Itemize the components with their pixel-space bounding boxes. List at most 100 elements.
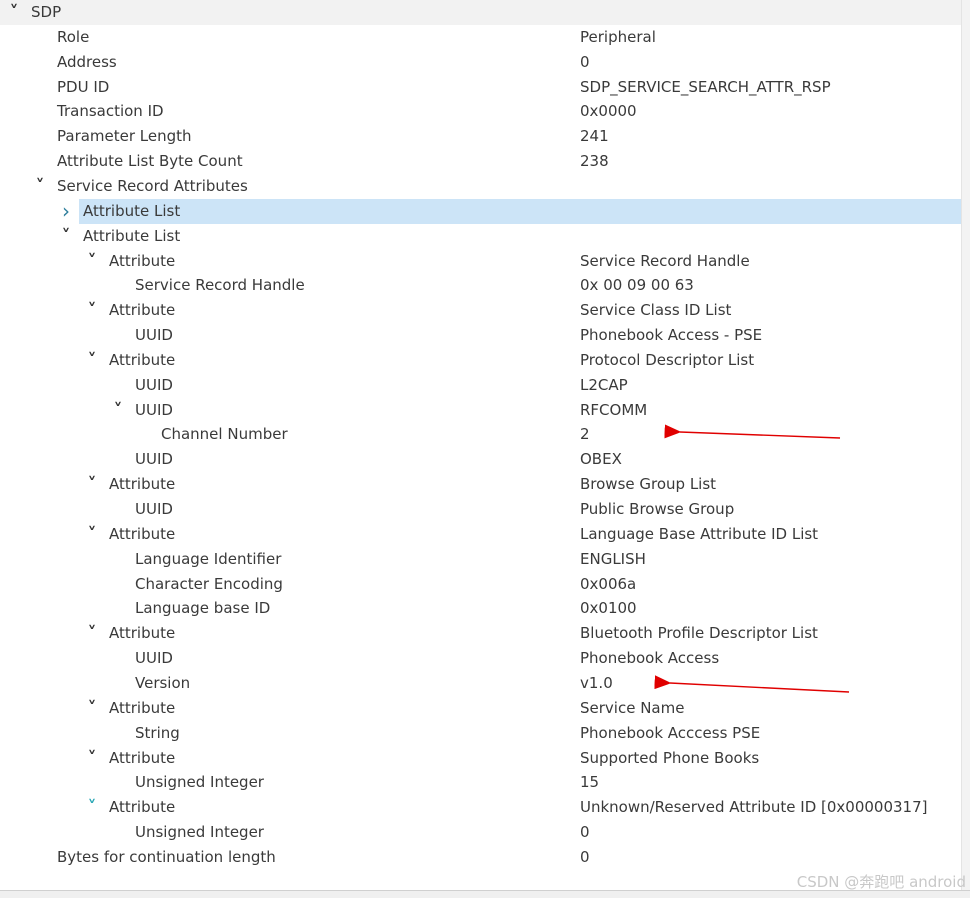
tree-row-attribute[interactable]: ˅ Attribute Bluetooth Profile Descriptor L… (0, 621, 962, 646)
tree-row-value: Peripheral (580, 27, 656, 46)
tree-row-attribute[interactable]: ˅ Attribute Service Class ID List (0, 298, 962, 323)
chevron-down-icon[interactable]: ˅ (85, 621, 99, 646)
tree-row-label: Channel Number (161, 425, 288, 444)
tree-row-value: Browse Group List (580, 475, 717, 494)
chevron-down-icon[interactable]: ˅ (85, 472, 99, 497)
tree-row-value: Phonebook Access (580, 649, 720, 668)
chevron-down-icon[interactable]: ˅ (85, 746, 99, 771)
tree-row-sdp[interactable]: ˅ SDP (0, 0, 962, 25)
chevron-down-icon[interactable]: ˅ (59, 224, 73, 249)
tree-row-value: Bluetooth Profile Descriptor List (580, 624, 818, 643)
tree-row-label: Version (135, 673, 191, 692)
tree-row-uuid[interactable]: UUID OBEX (0, 447, 962, 472)
tree-row-value: 238 (580, 152, 609, 171)
tree-row-label: Attribute List (83, 201, 181, 220)
tree-row-label: Language base ID (135, 599, 271, 618)
tree-row-label: Attribute (109, 524, 176, 543)
tree-row-attribute-list[interactable]: ˅ Attribute List (0, 224, 962, 249)
tree-row-value: OBEX (580, 450, 622, 469)
tree-row-label: Attribute (109, 350, 176, 369)
tree-row-value: 0x006a (580, 574, 637, 593)
tree-row-string[interactable]: String Phonebook Acccess PSE (0, 721, 962, 746)
tree-row-value: 0x0000 (580, 102, 637, 121)
tree-row-value: Language Base Attribute ID List (580, 524, 819, 543)
tree-row-label: Attribute (109, 251, 176, 270)
tree-row-value: ENGLISH (580, 549, 646, 568)
tree-row-label: UUID (135, 400, 173, 419)
tree-row-label: UUID (135, 375, 173, 394)
tree-row-value: L2CAP (580, 375, 628, 394)
tree-row-value: 2 (580, 425, 590, 444)
tree-row-transaction-id[interactable]: Transaction ID 0x0000 (0, 99, 962, 124)
tree-row-label: Service Record Attributes (57, 176, 248, 195)
tree-row-label: UUID (135, 500, 173, 518)
tree-row-value: Service Name (580, 698, 685, 717)
tree-row-attribute[interactable]: ˅ Attribute Supported Phone Books (0, 746, 962, 771)
tree-row-unsigned-integer[interactable]: Unsigned Integer 15 (0, 770, 962, 795)
chevron-down-icon[interactable]: ˅ (85, 249, 99, 274)
tree-row-service-record-handle[interactable]: Service Record Handle 0x 00 09 00 63 (0, 273, 962, 298)
tree-row-attribute[interactable]: ˅ Attribute Protocol Descriptor List (0, 348, 962, 373)
tree-row-value: RFCOMM (580, 400, 648, 419)
vertical-scrollbar[interactable] (961, 0, 970, 890)
tree-row-value: 241 (580, 127, 609, 146)
chevron-right-icon[interactable]: › (59, 199, 73, 224)
tree-row-label: Attribute (109, 798, 176, 817)
chevron-down-icon[interactable]: ˅ (7, 0, 21, 25)
packet-detail-tree: ˅ SDP Role Peripheral Address 0 PDU ID SDP_SERV… (0, 0, 962, 890)
tree-row-attribute[interactable]: ˅ Attribute Language Base Attribute ID Lis… (0, 522, 962, 547)
chevron-down-icon[interactable]: ˅ (85, 522, 99, 547)
tree-row-channel-number[interactable]: Channel Number 2 (0, 422, 962, 447)
tree-row-uuid[interactable]: ˅ UUID RFCOMM (0, 398, 962, 423)
tree-row-attribute-list-byte-count[interactable]: Attribute List Byte Count 238 (0, 149, 962, 174)
tree-row-bytes-for-continuation-length[interactable]: Bytes for continuation length 0 (0, 845, 962, 870)
tree-row-attribute[interactable]: ˅ Attribute Unknown/Reserved Attribute ID … (0, 795, 962, 820)
tree-row-uuid[interactable]: UUID Phonebook Access - PSE (0, 323, 962, 348)
tree-row-label: Attribute (109, 624, 176, 643)
tree-row-uuid[interactable]: UUID Public Browse Group (0, 497, 962, 522)
chevron-down-icon[interactable]: ˅ (85, 795, 99, 820)
tree-row-language-identifier[interactable]: Language Identifier ENGLISH (0, 547, 962, 572)
tree-row-version[interactable]: Version v1.0 (0, 671, 962, 696)
tree-row-label: Unsigned Integer (135, 823, 264, 842)
chevron-down-icon[interactable]: ˅ (85, 348, 99, 373)
tree-row-label: Attribute List (83, 226, 181, 245)
tree-row-label: UUID (135, 649, 173, 668)
tree-row-pdu-id[interactable]: PDU ID SDP_SERVICE_SEARCH_ATTR_RSP (0, 75, 962, 100)
tree-row-value: 0x 00 09 00 63 (580, 276, 694, 295)
tree-row-unsigned-integer[interactable]: Unsigned Integer 0 (0, 820, 962, 845)
tree-row-language-base-id[interactable]: Language base ID 0x0100 (0, 596, 962, 621)
tree-row-value: Unknown/Reserved Attribute ID [0x0000031… (580, 798, 928, 817)
tree-row-uuid[interactable]: UUID L2CAP (0, 373, 962, 398)
tree-row-attribute[interactable]: ˅ Attribute Browse Group List (0, 472, 962, 497)
chevron-down-icon[interactable]: ˅ (33, 174, 47, 199)
tree-row-uuid[interactable]: UUID Phonebook Access (0, 646, 962, 671)
tree-row-value: SDP_SERVICE_SEARCH_ATTR_RSP (580, 77, 831, 96)
tree-row-attribute[interactable]: ˅ Attribute Service Name (0, 696, 962, 721)
tree-row-parameter-length[interactable]: Parameter Length 241 (0, 124, 962, 149)
tree-row-label: Language Identifier (135, 549, 282, 568)
tree-row-address[interactable]: Address 0 (0, 50, 962, 75)
tree-row-label: Parameter Length (57, 127, 192, 146)
tree-row-value: 0x0100 (580, 599, 637, 618)
tree-row-attribute[interactable]: ˅ Attribute Service Record Handle (0, 249, 962, 274)
tree-row-attribute-list[interactable]: › Attribute List (0, 198, 962, 224)
tree-row-label: PDU ID (57, 77, 110, 96)
chevron-down-icon[interactable]: ˅ (111, 398, 125, 423)
tree-row-label: Transaction ID (57, 102, 164, 121)
tree-row-role[interactable]: Role Peripheral (0, 25, 962, 50)
tree-row-label: Attribute (109, 301, 176, 320)
tree-row-service-record-attributes[interactable]: ˅ Service Record Attributes (0, 174, 962, 199)
selection-highlight (79, 198, 962, 224)
tree-row-label: String (135, 723, 180, 742)
tree-row-label: Character Encoding (135, 574, 283, 593)
tree-row-label: Attribute (109, 698, 176, 717)
chevron-down-icon[interactable]: ˅ (85, 298, 99, 323)
tree-row-character-encoding[interactable]: Character Encoding 0x006a (0, 572, 962, 597)
watermark: CSDN @奔跑吧 android (796, 873, 966, 891)
chevron-down-icon[interactable]: ˅ (85, 696, 99, 721)
tree-row-value: 15 (580, 773, 600, 792)
tree-row-value: Supported Phone Books (580, 748, 760, 767)
tree-row-label: Role (57, 27, 90, 46)
tree-row-label: Attribute (109, 748, 176, 767)
